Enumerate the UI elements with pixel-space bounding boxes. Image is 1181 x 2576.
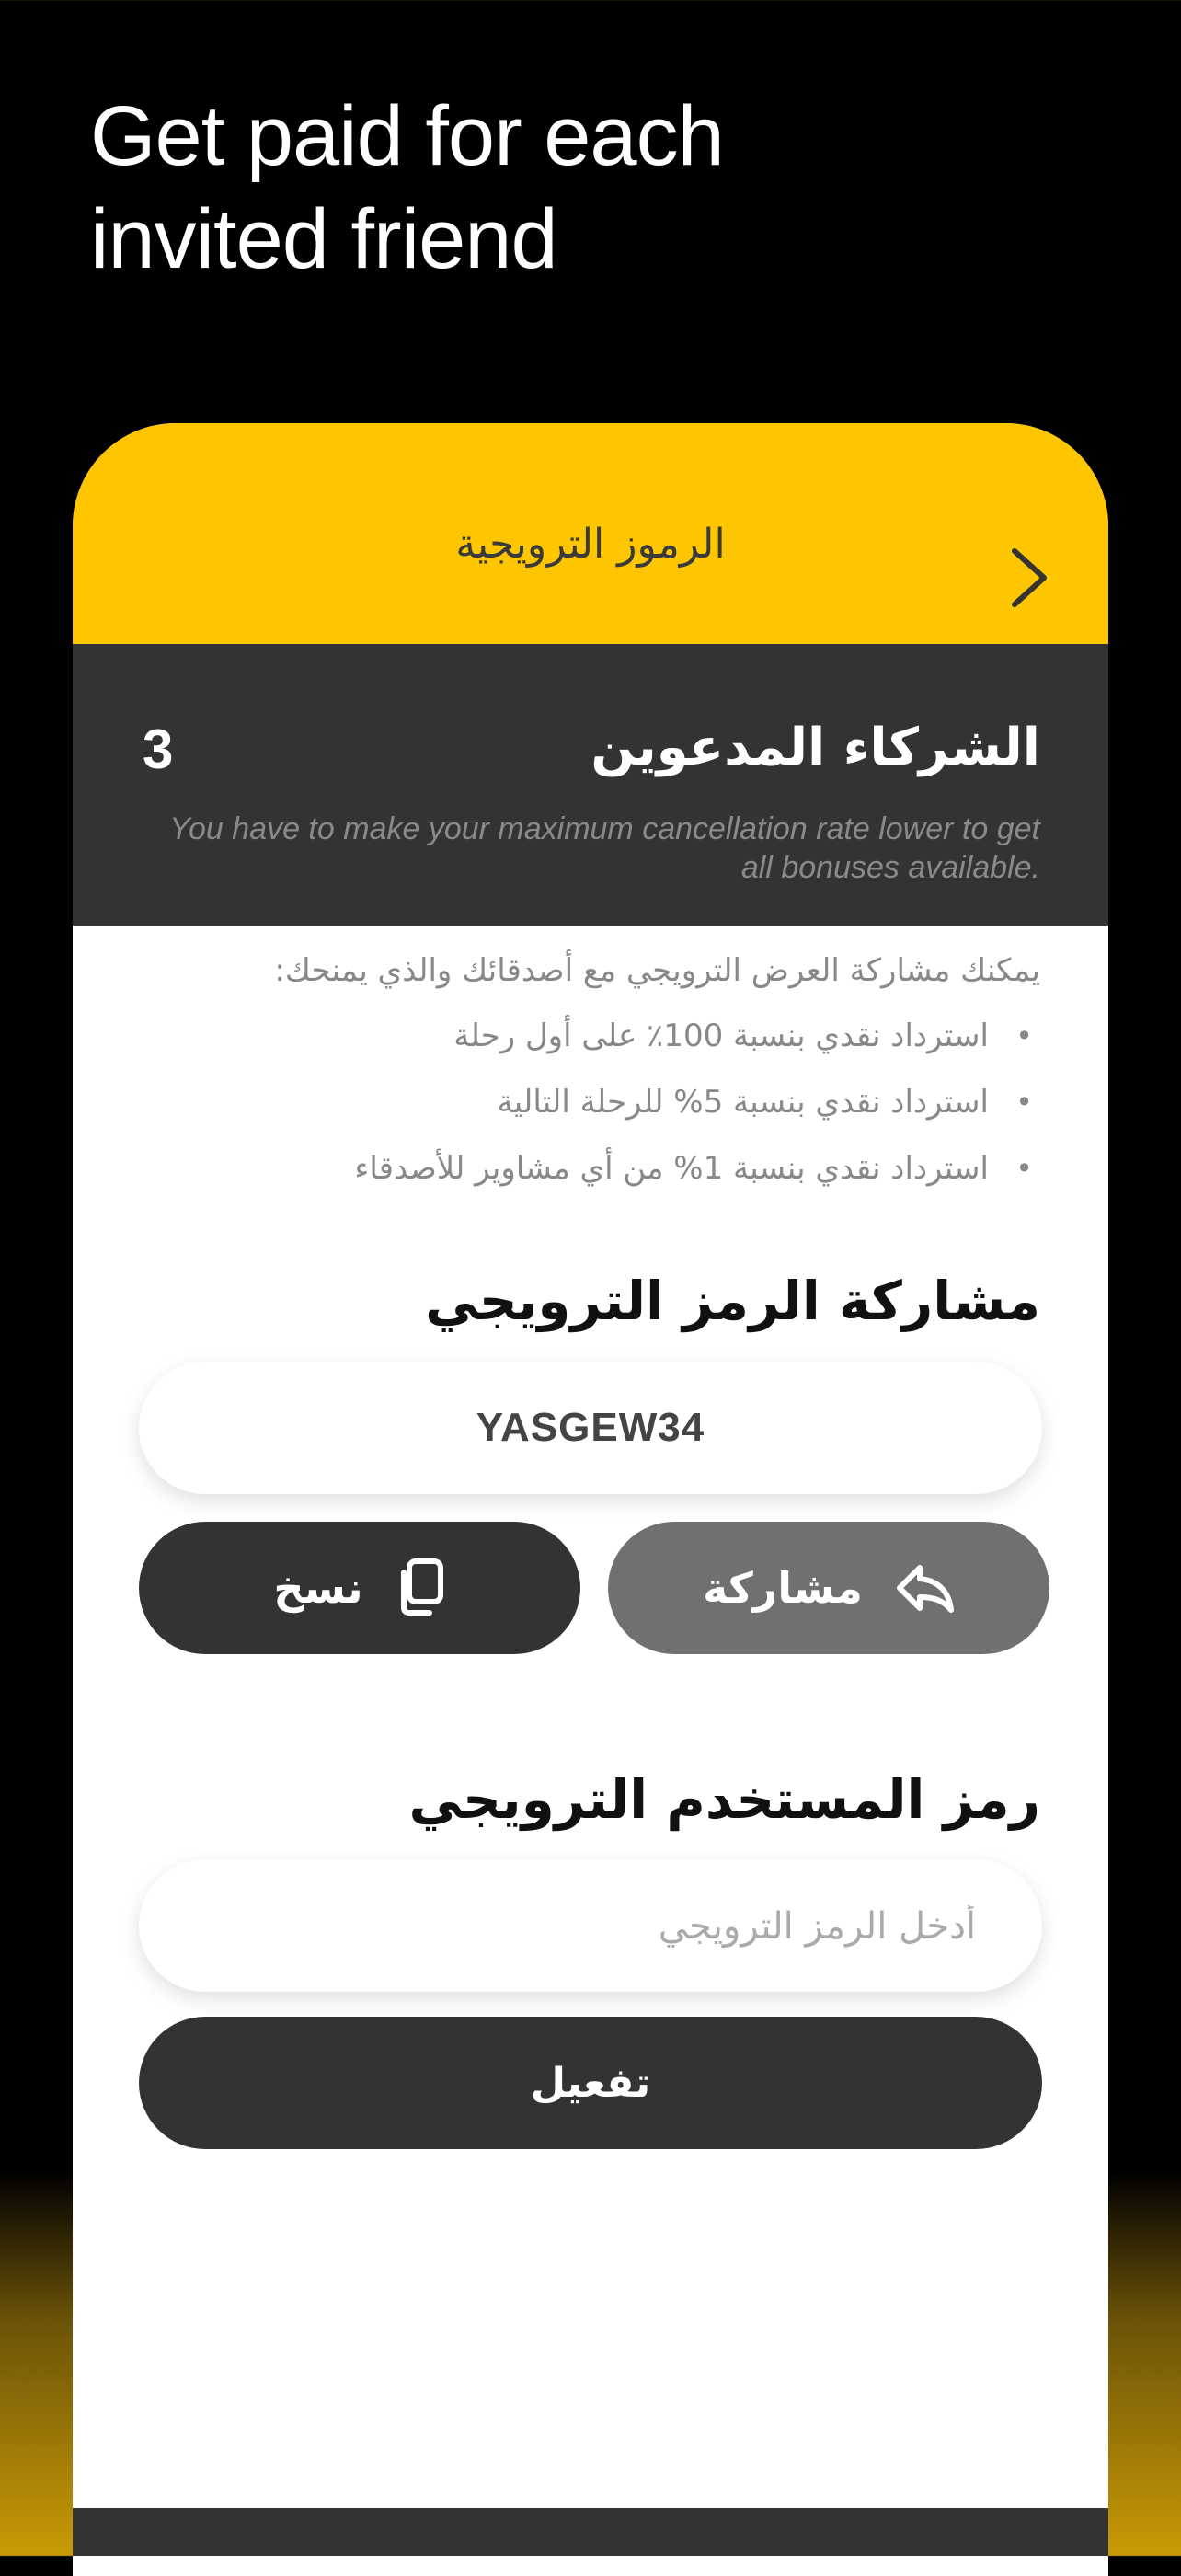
cancellation-note: You have to make your maximum cancellati… [169, 811, 1040, 885]
copy-button[interactable]: نسخ [139, 1522, 580, 1654]
back-button[interactable] [992, 541, 1066, 615]
chevron-right-icon [1012, 548, 1047, 607]
page-headline: Get paid for each invited friend [90, 85, 918, 291]
promo-code-display[interactable]: YASGEW34 [139, 1362, 1042, 1494]
header-title: الرموز الترويجية [455, 521, 726, 568]
promo-code-input[interactable] [207, 1859, 978, 1994]
user-code-title: رمز المستخدم الترويجي [408, 1768, 1040, 1831]
bottom-bar [73, 2508, 1108, 2556]
benefits-intro: يمكنك مشاركة العرض الترويجي مع أصدقائك و… [274, 952, 1040, 989]
copy-label: نسخ [273, 1563, 363, 1613]
copy-icon [400, 1558, 443, 1616]
benefit-item: استرداد نقدي بنسبة 5% للرحلة التالية [120, 1078, 1040, 1144]
promo-card: الرموز الترويجية الشركاء المدعوين 3 You … [73, 423, 1108, 2576]
benefit-item: استرداد نقدي بنسبة 1% من أي مشاوير للأصد… [120, 1144, 1040, 1211]
share-button[interactable]: مشاركة [608, 1522, 1049, 1654]
share-code-title: مشاركة الرمز الترويجي [425, 1270, 1040, 1332]
headline-line-2: invited friend [90, 192, 558, 286]
share-arrow-icon [896, 1565, 954, 1613]
invited-partners-title: الشركاء المدعوين [590, 718, 1040, 777]
benefit-item: استرداد نقدي بنسبة 100٪ على أول رحلة [120, 1012, 1040, 1078]
promo-code-input-wrapper [139, 1859, 1042, 1994]
benefits-list: استرداد نقدي بنسبة 100٪ على أول رحلة است… [120, 1012, 1040, 1211]
card-header: الرموز الترويجية [73, 423, 1108, 644]
headline-line-1: Get paid for each [90, 89, 725, 183]
invited-partners-panel: الشركاء المدعوين 3 You have to make your… [73, 644, 1108, 926]
activate-button[interactable]: تفعيل [139, 2017, 1042, 2149]
invited-partners-count: 3 [143, 719, 174, 780]
share-label: مشاركة [703, 1563, 863, 1613]
